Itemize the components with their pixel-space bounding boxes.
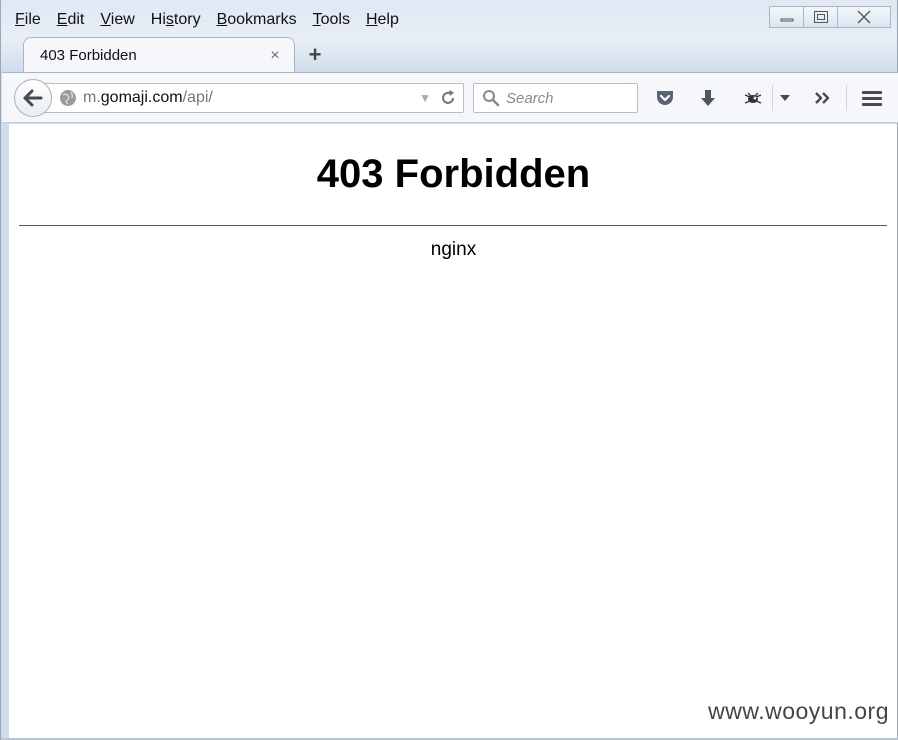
menu-edit[interactable]: Edit <box>49 11 93 29</box>
window-controls <box>769 6 891 28</box>
menu-history[interactable]: History <box>143 11 209 29</box>
url-prefix: m. <box>83 89 101 106</box>
search-icon <box>483 90 500 107</box>
menu-file-label: ile <box>24 11 41 28</box>
menu-help-label: elp <box>377 11 399 28</box>
chevron-double-right-icon <box>815 92 830 104</box>
menu-tools-label: ools <box>320 11 350 28</box>
new-tab-button[interactable]: + <box>303 42 327 67</box>
back-arrow-icon <box>23 89 43 107</box>
pocket-icon <box>657 91 673 105</box>
tab-title: 403 Forbidden <box>40 47 137 64</box>
menu-help[interactable]: Help <box>358 11 407 29</box>
bug-extension-icon <box>744 92 762 104</box>
url-bar[interactable]: m.gomaji.com/api/ ▼ <box>40 83 464 113</box>
menu-bookmarks-label: ookmarks <box>227 11 297 28</box>
menu-file-accel: F <box>15 11 25 28</box>
tab-close-icon[interactable]: × <box>262 47 288 65</box>
menu-history-label: tory <box>173 11 201 28</box>
restore-button[interactable] <box>803 6 837 28</box>
download-arrow-icon <box>701 90 715 106</box>
close-window-button[interactable] <box>837 6 891 28</box>
menu-bookmarks[interactable]: Bookmarks <box>209 11 305 29</box>
chevron-down-icon <box>780 95 790 101</box>
downloads-button[interactable] <box>696 86 720 110</box>
menu-tools[interactable]: Tools <box>305 11 358 29</box>
divider <box>19 225 887 226</box>
menu-history-accel: s <box>165 11 174 28</box>
search-bar[interactable]: Search <box>473 83 638 113</box>
hamburger-menu-icon <box>862 91 882 106</box>
back-button[interactable] <box>14 79 52 117</box>
url-text: m.gomaji.com/api/ <box>83 89 419 107</box>
close-icon <box>857 10 871 24</box>
menu-tools-accel: T <box>312 11 321 28</box>
url-path: /api/ <box>182 89 213 106</box>
page-heading: 403 Forbidden <box>316 152 591 196</box>
menu-bookmarks-accel: B <box>216 11 228 28</box>
minimize-button[interactable] <box>769 6 803 28</box>
tab-active[interactable]: 403 Forbidden × <box>23 37 295 73</box>
restore-icon <box>813 11 828 23</box>
overflow-button[interactable] <box>811 86 835 110</box>
menu-edit-label: dit <box>67 11 85 28</box>
url-dropdown-icon[interactable]: ▼ <box>419 91 431 105</box>
menu-view-accel: V <box>100 11 111 28</box>
toolbar-separator <box>846 85 847 111</box>
menu-help-accel: H <box>365 11 378 28</box>
watermark: www.wooyun.org <box>708 698 889 724</box>
minimize-icon <box>780 18 793 22</box>
extension-dropdown-button[interactable] <box>773 86 797 110</box>
menu-bar: File Edit View History Bookmarks Tools H… <box>7 8 407 32</box>
tab-strip: 403 Forbidden × + <box>11 37 891 73</box>
menu-edit-accel: E <box>56 11 68 28</box>
search-placeholder: Search <box>506 89 554 107</box>
menu-button[interactable] <box>860 86 884 110</box>
pocket-button[interactable] <box>653 86 677 110</box>
navigation-toolbar: m.gomaji.com/api/ ▼ Search <box>2 72 898 123</box>
globe-icon <box>60 90 76 106</box>
reload-icon[interactable] <box>439 89 457 107</box>
server-signature: nginx <box>430 239 477 260</box>
url-host: gomaji.com <box>100 89 183 106</box>
browser-window: File Edit View History Bookmarks Tools H… <box>0 0 898 740</box>
menu-history-pre: Hi <box>150 11 166 28</box>
menu-file[interactable]: File <box>7 11 49 29</box>
menu-view-label: iew <box>110 11 135 28</box>
extension-button[interactable] <box>741 86 765 110</box>
menu-view[interactable]: View <box>92 11 142 29</box>
page-content: 403 Forbidden nginx www.wooyun.org <box>9 124 898 739</box>
